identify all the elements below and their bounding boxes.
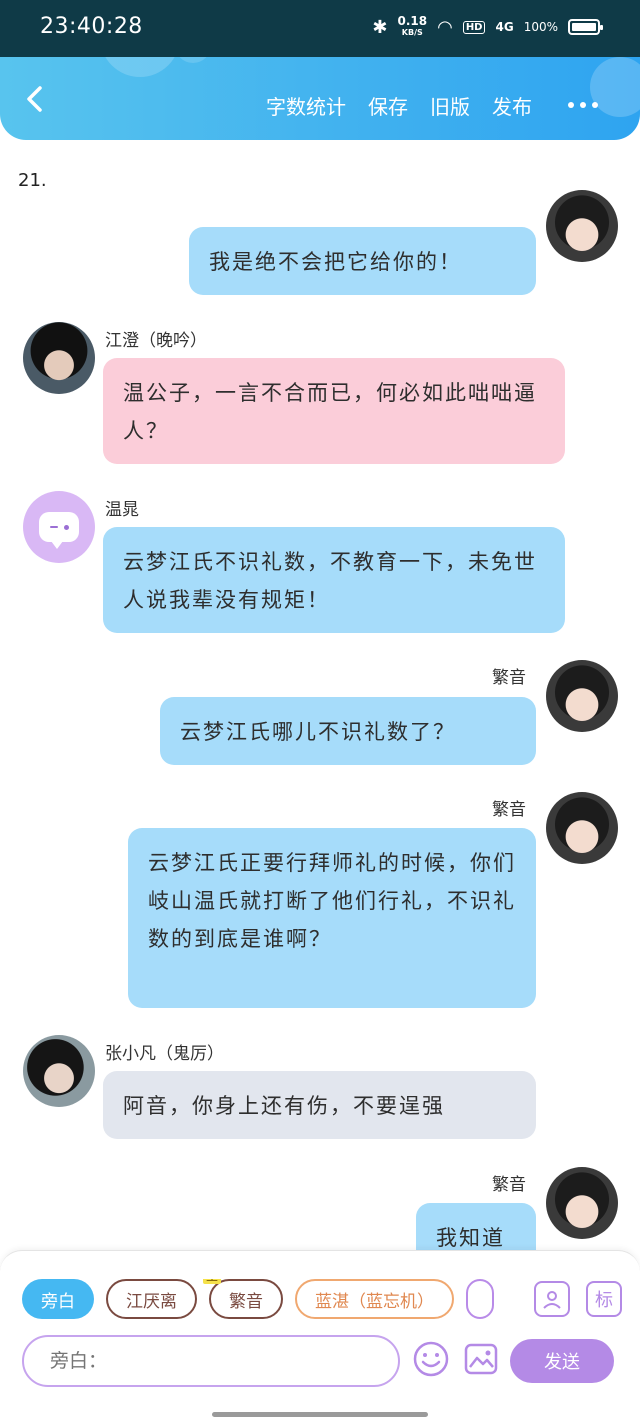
speaker-name: 张小凡（鬼厉） [105, 1044, 224, 1064]
send-button[interactable]: 发送 [510, 1339, 614, 1383]
character-manage-icon[interactable] [534, 1281, 570, 1317]
chat-bubble-icon [39, 512, 79, 549]
status-bar: 23:40:28 ✱ 0.18 KB/S ◠ HD 4G 100% [0, 0, 640, 57]
wifi-icon: ◠ [437, 16, 453, 38]
word-count-button[interactable]: 字数统计 [266, 91, 346, 120]
speaker-name: 繁音 [492, 1175, 526, 1195]
chip-character[interactable]: 江厌离 [106, 1279, 197, 1319]
speaker-name: 繁音 [492, 668, 526, 688]
avatar[interactable] [546, 792, 618, 864]
signal-icon: 4G [495, 20, 514, 34]
chip-narrator[interactable]: 旁白 [22, 1279, 94, 1319]
net-speed-value: 0.18 [397, 14, 428, 28]
home-indicator[interactable] [212, 1412, 428, 1417]
network-speed: 0.18 KB/S [397, 14, 428, 38]
avatar[interactable] [23, 1035, 95, 1107]
hd-icon: HD [462, 20, 486, 34]
message-bubble[interactable]: 云梦江氏不识礼数，不教育一下，未免世人说我辈没有规矩！ [103, 527, 565, 633]
message-bubble[interactable]: 云梦江氏哪儿不识礼数了？ [160, 697, 536, 765]
more-icon[interactable] [568, 102, 598, 108]
message-input[interactable] [50, 1350, 372, 1372]
avatar[interactable] [546, 1167, 618, 1239]
net-speed-unit: KB/S [401, 28, 423, 37]
speaker-name: 温晁 [105, 500, 139, 520]
avatar[interactable] [546, 660, 618, 732]
top-header: 字数统计 保存 旧版 发布 [0, 57, 640, 140]
chip-character[interactable]: 繁音 [209, 1279, 283, 1319]
emoji-icon[interactable] [412, 1340, 450, 1378]
tag-button[interactable]: 标 [586, 1281, 622, 1317]
publish-button[interactable]: 发布 [492, 91, 532, 120]
chip-character[interactable]: 蓝湛（蓝忘机） [295, 1279, 454, 1319]
save-button[interactable]: 保存 [368, 91, 408, 120]
old-version-button[interactable]: 旧版 [430, 91, 470, 120]
avatar[interactable] [23, 491, 95, 563]
message-input-box[interactable] [22, 1335, 400, 1387]
avatar[interactable] [23, 322, 95, 394]
chip-more[interactable] [466, 1279, 494, 1319]
message-bubble[interactable]: 温公子，一言不合而已，何必如此咄咄逼人？ [103, 358, 565, 464]
message-bubble[interactable]: 云梦江氏正要行拜师礼的时候，你们岐山温氏就打断了他们行礼，不识礼数的到底是谁啊？ [128, 828, 536, 1008]
speaker-name: 江澄（晚吟） [105, 331, 207, 351]
character-chips: 旁白 江厌离 主 繁音 蓝湛（蓝忘机） [22, 1279, 510, 1319]
composer-panel: 旁白 江厌离 主 繁音 蓝湛（蓝忘机） 标 发送 [0, 1250, 640, 1422]
chapter-number: 21. [18, 170, 47, 191]
battery-icon [568, 19, 603, 35]
avatar[interactable] [546, 190, 618, 262]
back-arrow-icon[interactable] [22, 85, 50, 113]
speaker-name: 繁音 [492, 800, 526, 820]
main-character-tag: 主 [203, 1279, 222, 1284]
image-icon[interactable] [464, 1343, 498, 1375]
bluetooth-icon: ✱ [372, 16, 388, 38]
status-time: 23:40:28 [40, 14, 143, 39]
battery-percent: 100% [523, 20, 558, 34]
message-bubble[interactable]: 我是绝不会把它给你的！ [189, 227, 536, 295]
message-bubble[interactable]: 阿音，你身上还有伤，不要逞强 [103, 1071, 536, 1139]
